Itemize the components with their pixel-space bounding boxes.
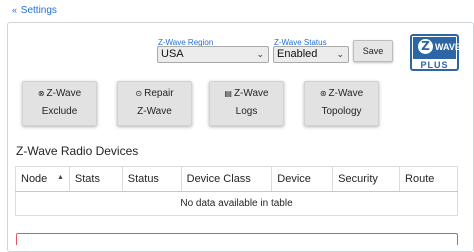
column-header-device[interactable]: Device [271,166,333,192]
zwave-topology-button[interactable]: ⊛ Z-Wave Topology [304,81,379,126]
logo-banner: Z WAVE [413,37,461,59]
action-line1: Z-Wave [233,88,269,99]
column-label: Security [338,173,378,185]
repair-zwave-button[interactable]: ⊙ Repair Z-Wave [117,81,192,126]
status-value: Enabled [277,48,318,60]
devices-table: Node ▲ Stats Status Device Class Device … [15,166,458,216]
action-line2: Z-Wave [137,106,172,117]
exclude-icon: ⊗ [37,89,45,98]
devices-section-title: Z-Wave Radio Devices [16,144,139,158]
column-label: Device [277,173,311,185]
empty-table-message: No data available in table [15,191,458,216]
action-line2: Logs [235,106,258,117]
action-line1: Z-Wave [46,88,82,99]
logs-icon: ▤ [224,89,232,98]
column-label: Route [405,173,435,185]
logo-plus-text: PLUS [420,60,449,70]
action-line1: Repair [144,88,174,99]
column-label: Status [127,173,159,185]
column-header-security[interactable]: Security [332,166,400,192]
action-line1: Z-Wave [328,88,364,99]
alert-box [16,233,458,245]
column-header-route[interactable]: Route [399,166,458,192]
column-header-stats[interactable]: Stats [68,166,123,192]
column-header-status[interactable]: Status [121,166,182,192]
chevron-left-icon: « [12,5,18,15]
status-select[interactable]: Enabled ⌄ [273,46,349,63]
zwave-logs-button[interactable]: ▤ Z-Wave Logs [209,81,284,126]
column-label: Stats [74,173,100,185]
column-header-node[interactable]: Node ▲ [15,166,70,192]
sort-asc-icon: ▲ [56,174,64,181]
column-label: Device Class [186,173,251,185]
region-select[interactable]: USA ⌄ [157,46,269,63]
table-row: No data available in table [15,191,458,216]
chevron-down-icon: ⌄ [256,49,264,59]
region-value: USA [161,48,184,60]
action-line2: Topology [321,106,362,117]
back-link-label: Settings [20,5,57,16]
action-line2: Exclude [41,106,78,117]
repair-icon: ⊙ [135,89,143,98]
chevron-down-icon: ⌄ [336,49,344,59]
zwave-plus-logo: Z WAVE PLUS [410,34,461,71]
table-header-row: Node ▲ Stats Status Device Class Device … [15,166,458,192]
zwave-exclude-button[interactable]: ⊗ Z-Wave Exclude [22,81,97,126]
column-header-device-class[interactable]: Device Class [180,166,272,192]
logo-wave-text: WAVE [435,42,461,52]
save-button[interactable]: Save [353,40,393,62]
logo-z-mark: Z [418,39,433,54]
topology-icon: ⊛ [319,89,327,98]
back-to-settings-link[interactable]: « Settings [12,5,57,16]
column-label: Node [21,173,48,185]
